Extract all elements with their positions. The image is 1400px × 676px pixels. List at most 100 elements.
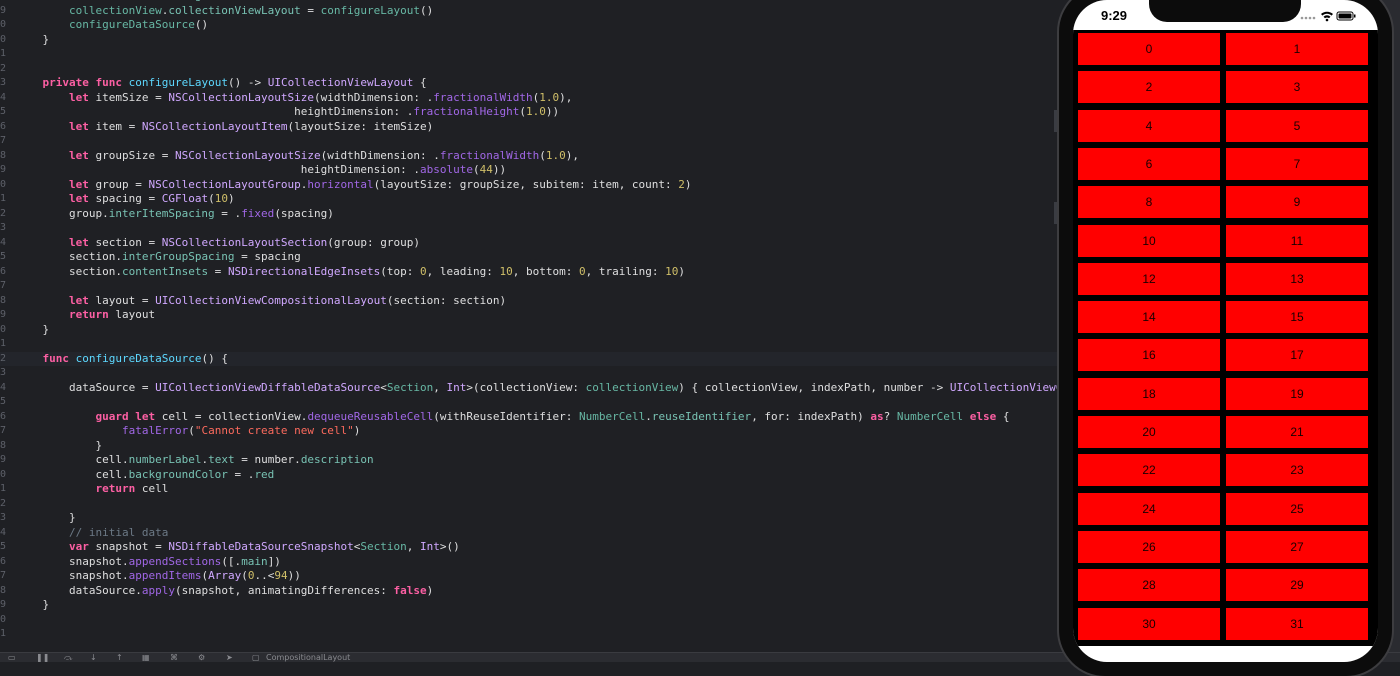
number-cell[interactable]: 31 xyxy=(1226,607,1368,640)
collection-view[interactable]: 0 1 2 3 4 5 6 7 8 9 10 11 12 13 14 15 16 17 18 19 20 21 22 23 24… xyxy=(1073,30,1378,646)
code-token: dequeueReusableCell xyxy=(307,409,434,423)
iphone-simulator: 9:29 0 1 2 3 4 5 6 7 8 9 10 11 12 13 14 15 16 17 18 19 20 21 2… xyxy=(1059,0,1392,676)
code-token: { xyxy=(413,76,427,89)
code-token: ( xyxy=(519,105,526,118)
number-label: 16 xyxy=(1142,348,1156,363)
code-text: } xyxy=(16,511,76,526)
code-token: ) xyxy=(684,177,692,191)
code-token: "Cannot create new cell" xyxy=(194,424,354,437)
number-cell[interactable]: 11 xyxy=(1226,224,1368,257)
number-cell[interactable]: 5 xyxy=(1226,109,1368,142)
number-cell[interactable]: 17 xyxy=(1226,339,1368,372)
code-token: else xyxy=(969,409,997,423)
code-token: ) { collectionView, indexPath, number -> xyxy=(678,380,950,394)
line-number: 7 xyxy=(0,570,7,581)
number-cell[interactable]: 12 xyxy=(1078,262,1220,295)
number-cell[interactable]: 14 xyxy=(1078,301,1220,334)
number-cell[interactable]: 13 xyxy=(1226,262,1368,295)
number-cell[interactable]: 15 xyxy=(1226,301,1368,334)
code-token: >() xyxy=(439,540,460,553)
code-token: ), xyxy=(565,148,579,162)
number-cell[interactable]: 19 xyxy=(1226,377,1368,410)
code-token: configureLayout xyxy=(128,76,228,89)
code-token: = xyxy=(300,3,321,17)
number-cell[interactable]: 22 xyxy=(1078,454,1220,487)
code-token: () -> xyxy=(227,76,268,89)
number-cell[interactable]: 29 xyxy=(1226,569,1368,602)
number-cell[interactable]: 28 xyxy=(1078,569,1220,602)
code-text: return layout xyxy=(16,308,155,323)
number-label: 13 xyxy=(1290,271,1304,286)
code-token: heightDimension: . xyxy=(16,163,420,176)
number-cell[interactable]: 23 xyxy=(1226,454,1368,487)
line-number: 0 xyxy=(0,613,7,625)
number-cell[interactable]: 26 xyxy=(1078,530,1220,563)
code-token: return xyxy=(68,308,109,321)
number-cell[interactable]: 6 xyxy=(1078,147,1220,180)
code-text: let item = NSCollectionLayoutItem(layout… xyxy=(16,120,433,135)
number-cell[interactable]: 1 xyxy=(1226,33,1368,65)
code-token: horizontal xyxy=(307,177,374,191)
number-label: 15 xyxy=(1290,310,1304,325)
code-token: } xyxy=(16,438,103,452)
code-token: NSCollectionLayoutSize xyxy=(174,148,321,162)
code-token: snapshot. xyxy=(16,554,129,568)
number-cell[interactable]: 21 xyxy=(1226,416,1368,448)
number-cell[interactable]: 9 xyxy=(1226,186,1368,219)
code-token: layout = xyxy=(88,293,156,307)
number-cell[interactable]: 25 xyxy=(1226,492,1368,525)
code-token: } xyxy=(16,598,50,611)
line-number: 6 xyxy=(0,555,7,567)
number-label: 6 xyxy=(1145,156,1153,171)
number-label: 11 xyxy=(1290,233,1304,248)
number-cell[interactable]: 16 xyxy=(1078,339,1220,372)
number-label: 7 xyxy=(1293,156,1301,171)
number-cell[interactable]: 18 xyxy=(1078,377,1220,410)
code-token: , for: indexPath) xyxy=(751,409,871,423)
code-token: ( xyxy=(472,163,480,176)
code-token: as xyxy=(870,409,884,423)
number-cell[interactable]: 24 xyxy=(1078,492,1220,525)
number-cell[interactable]: 3 xyxy=(1226,71,1368,104)
line-number: 4 xyxy=(0,381,7,393)
code-token: ( xyxy=(188,424,195,437)
code-text: heightDimension: .fractionalHeight(1.0)) xyxy=(16,105,559,120)
number-cell[interactable]: 8 xyxy=(1078,186,1220,219)
number-cell[interactable]: 20 xyxy=(1078,416,1220,448)
minimap-marks xyxy=(1054,110,1057,270)
code-token: text xyxy=(208,453,235,466)
code-token: NSCollectionLayoutSize xyxy=(168,90,315,104)
number-cell[interactable]: 2 xyxy=(1078,71,1220,104)
code-text: let itemSize = NSCollectionLayoutSize(wi… xyxy=(16,91,572,106)
number-label: 8 xyxy=(1145,195,1153,210)
code-token: main xyxy=(241,554,268,568)
code-text: let group = NSCollectionLayoutGroup.hori… xyxy=(16,178,692,193)
number-label: 29 xyxy=(1290,578,1304,593)
line-number: 0 xyxy=(0,19,7,30)
number-cell[interactable]: 27 xyxy=(1226,530,1368,563)
code-token: 0 xyxy=(578,264,586,278)
code-token: NSDirectionalEdgeInsets xyxy=(227,264,381,278)
code-token: , bottom: xyxy=(512,264,579,278)
code-token: collectionView xyxy=(68,3,162,17)
number-cell[interactable]: 4 xyxy=(1078,109,1220,142)
code-token: red xyxy=(254,467,275,481)
code-token: , trailing: xyxy=(585,264,666,278)
number-cell[interactable]: 0 xyxy=(1078,33,1220,65)
code-token: 2 xyxy=(678,177,685,191)
number-cell[interactable]: 30 xyxy=(1078,607,1220,640)
line-number: 7 xyxy=(0,135,7,146)
line-number: 9 xyxy=(0,454,7,465)
code-text: } xyxy=(16,598,49,613)
code-text: let layout = UICollectionViewComposition… xyxy=(16,294,506,309)
number-cell[interactable]: 10 xyxy=(1078,224,1220,257)
code-token: absolute xyxy=(419,163,473,176)
number-cell[interactable]: 7 xyxy=(1226,147,1368,180)
code-token: cell. xyxy=(16,467,129,481)
cellular-signal-icon xyxy=(1300,16,1316,20)
code-token: ( xyxy=(241,569,248,582)
